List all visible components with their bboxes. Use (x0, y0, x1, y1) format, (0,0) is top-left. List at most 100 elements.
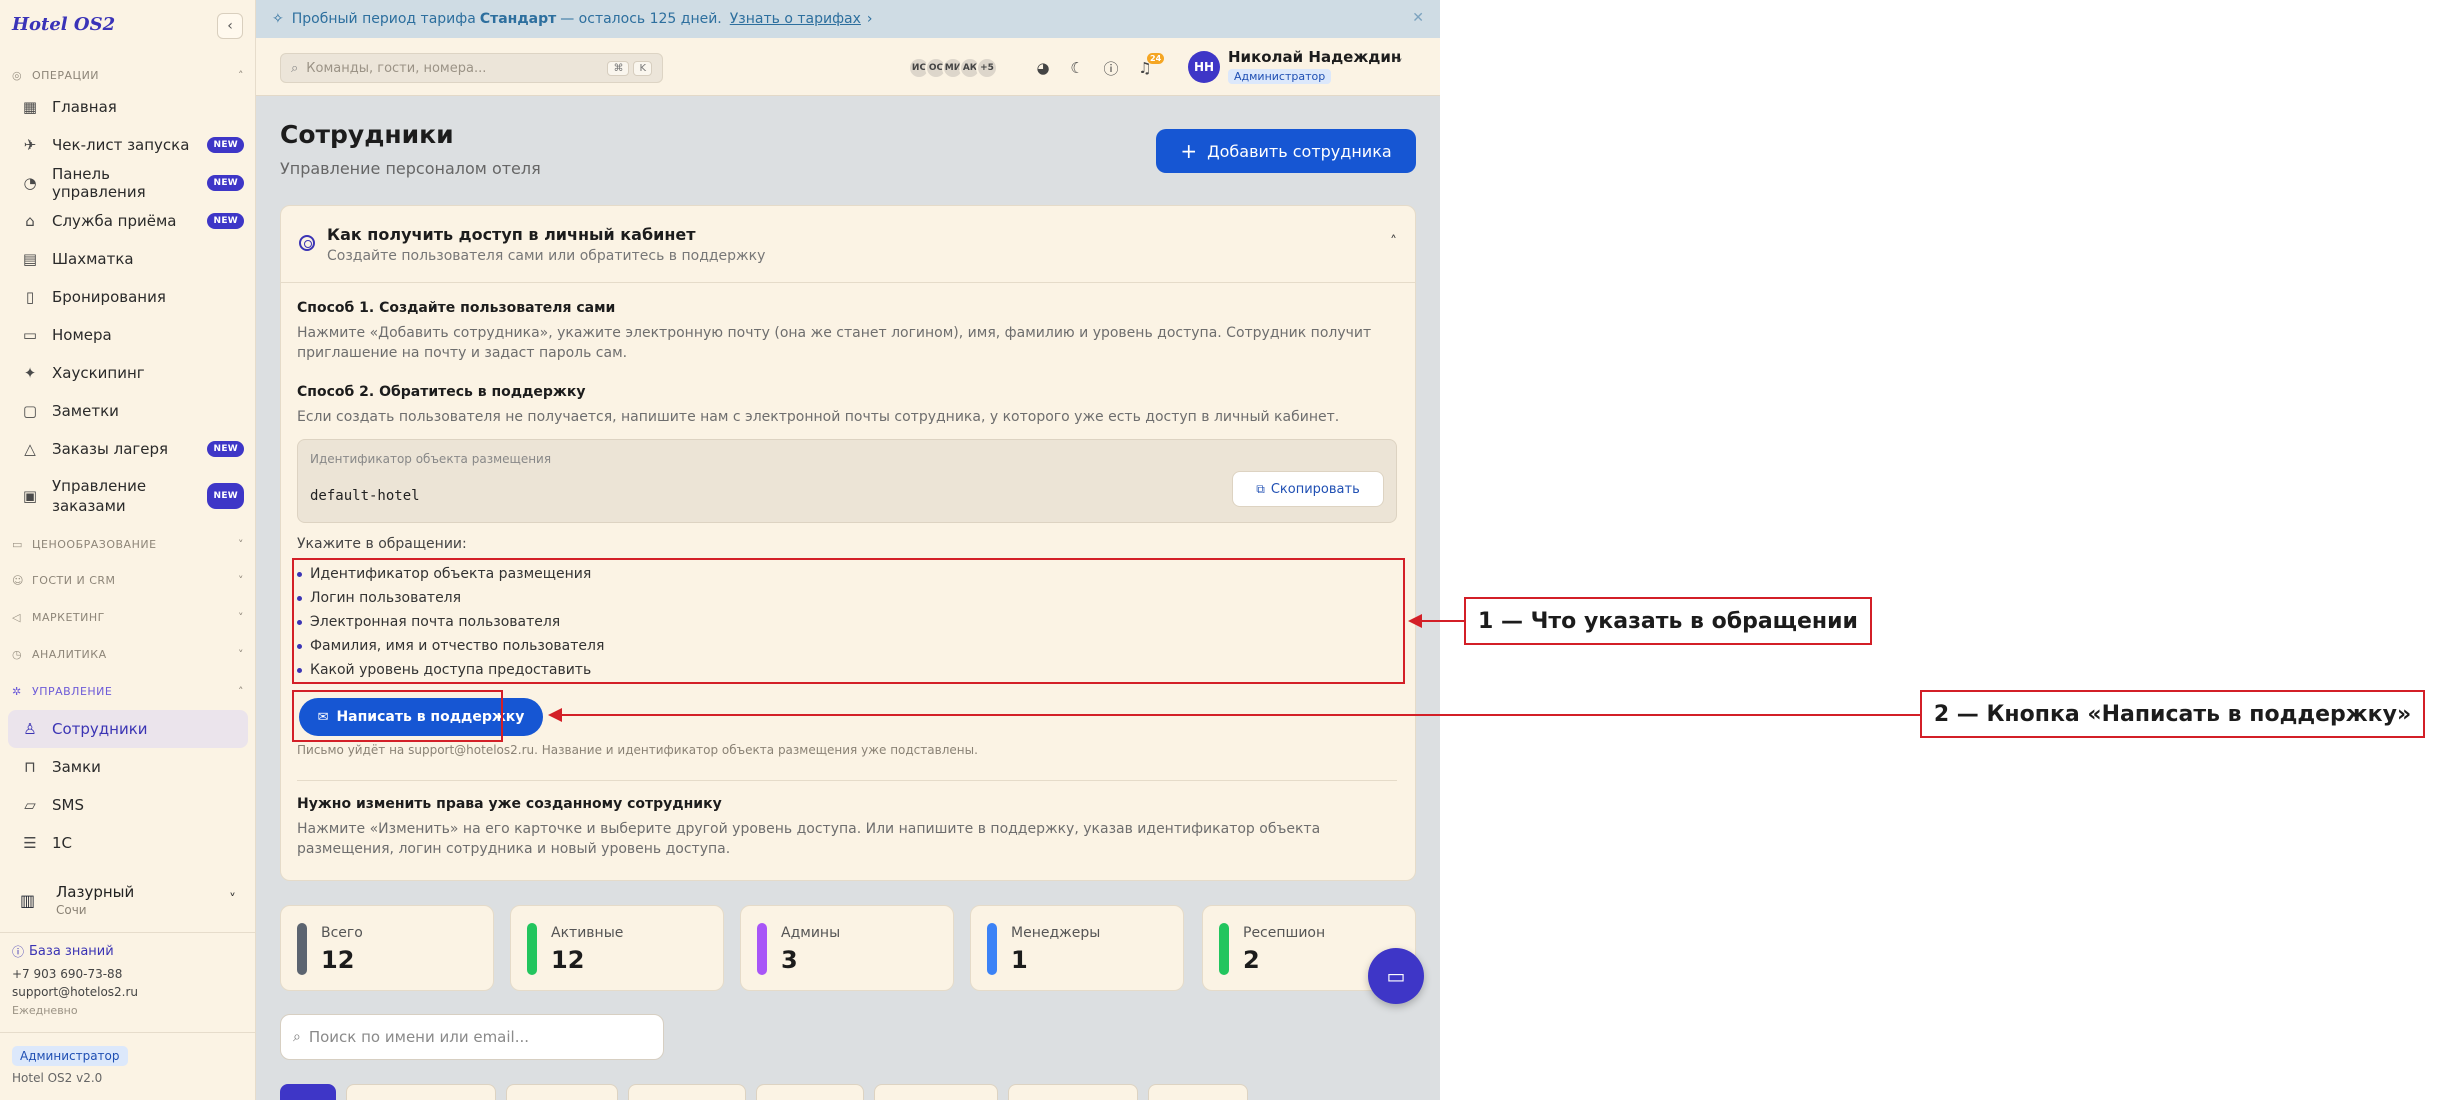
command-search[interactable]: ⌕ ⌘ K (280, 53, 663, 83)
sidebar-item-1c[interactable]: ☰ 1С (0, 824, 256, 862)
chat-button[interactable]: ▭ (1368, 948, 1424, 1004)
layers-icon: ◎ (12, 68, 23, 82)
property-id-box: Идентификатор объекта размещения default… (297, 439, 1397, 523)
sidebar-item-dashboard[interactable]: ◔ Панель управления NEW (0, 164, 256, 202)
pricing-link[interactable]: Узнать о тарифах (730, 11, 861, 27)
filter-tab[interactable] (874, 1084, 998, 1100)
support-phone[interactable]: +7 903 690-73-88 (12, 967, 122, 981)
section-analytics[interactable]: ◷ Аналитика ˅ (0, 636, 256, 672)
hotel-city: Сочи (56, 903, 87, 917)
section-operations[interactable]: ◎ Операции ˄ (0, 62, 256, 88)
role-badge: Администратор (12, 1046, 128, 1066)
sidebar: Hotel OS2 ‹ ◎ Операции ˄ ▦ Главная ✈ Чек-лис… (0, 0, 256, 1100)
chevron-up-icon[interactable]: ˄ (1390, 234, 1397, 250)
copy-button[interactable]: ⧉ Скопировать (1232, 471, 1384, 507)
method1-title: Способ 1. Создайте пользователя сами (297, 300, 616, 316)
trial-banner: ✧ Пробный период тарифа Стандарт — остал… (256, 0, 1440, 38)
change-rights-title: Нужно изменить права уже созданному сотр… (297, 796, 722, 812)
top-header: ⌕ ⌘ K ИС ОС МИ АК +5 ◕ ☾ ⓘ ♫24 НН Никола… (256, 38, 1440, 96)
sidebar-item-notes[interactable]: ▢ Заметки (0, 392, 256, 430)
app-logo[interactable]: Hotel OS2 (12, 14, 115, 35)
new-badge: NEW (207, 137, 244, 153)
sidebar-item-home[interactable]: ▦ Главная (0, 88, 256, 126)
change-rights-text: Нажмите «Изменить» на его карточке и выб… (297, 821, 1321, 857)
filter-tab[interactable] (346, 1084, 496, 1100)
sidebar-item-rooms[interactable]: ▭ Номера (0, 316, 256, 354)
stat-color-bar (527, 923, 537, 975)
highlight-support-button (292, 690, 503, 742)
user-role-badge: Администратор (1228, 69, 1332, 84)
add-employee-button[interactable]: + Добавить сотрудника (1156, 129, 1416, 173)
chevron-down-icon[interactable]: ˅ (1396, 58, 1403, 74)
rocket-icon: ✈ (23, 136, 37, 154)
chevron-down-icon: ˅ (238, 647, 244, 661)
sidebar-item-frontdesk[interactable]: ⌂ Служба приёма NEW (0, 202, 256, 240)
sidebar-item-sms[interactable]: ▱ SMS (0, 786, 256, 824)
close-icon[interactable]: ✕ (1412, 10, 1424, 26)
section-guests[interactable]: ☺ Гости и CRM ˅ (0, 562, 256, 598)
filter-tab[interactable] (1008, 1084, 1138, 1100)
help-card-title[interactable]: Как получить доступ в личный кабинет (327, 225, 696, 244)
sidebar-item-bookings[interactable]: ▯ Бронирования (0, 278, 256, 316)
sidebar-item-checklist[interactable]: ✈ Чек-лист запуска NEW (0, 126, 256, 164)
lifebuoy-icon (299, 235, 315, 251)
door-icon: ▭ (22, 326, 38, 344)
sidebar-item-chessboard[interactable]: ▤ Шахматка (0, 240, 256, 278)
section-management[interactable]: ✲ Управление ˄ (0, 672, 256, 710)
user-cog-icon: ♙ (23, 720, 37, 738)
tent-icon: △ (24, 440, 36, 458)
sidebar-item-camp-orders[interactable]: △ Заказы лагеря NEW (0, 430, 256, 468)
help-icon[interactable]: ⓘ (1100, 57, 1122, 79)
filter-tab[interactable] (756, 1084, 864, 1100)
bell-icon[interactable]: ♫ 24 (1134, 53, 1165, 79)
new-badge: NEW (207, 213, 244, 229)
help-card-subtitle: Создайте пользователя сами или обратитес… (327, 248, 766, 264)
clipboard-icon: ▯ (25, 288, 35, 306)
sparkles-icon: ✦ (23, 364, 37, 382)
annotation-label-2: 2 — Кнопка «Написать в поддержку» (1920, 690, 2425, 738)
hotel-selector[interactable]: ▥ Лазурный Сочи ˅ (8, 874, 248, 926)
knowledge-base-link[interactable]: ⓘ База знаний (12, 943, 114, 960)
shortcut-key: K (633, 60, 652, 76)
online-users[interactable]: ИС ОС МИ АК +5 (908, 57, 998, 79)
support-email[interactable]: support@hotelos2.ru (12, 985, 138, 999)
filter-tab[interactable] (1148, 1084, 1248, 1100)
staff-search-input[interactable] (308, 1028, 651, 1046)
annotation-label-1: 1 — Что указать в обращении (1464, 597, 1872, 645)
sidebar-item-housekeeping[interactable]: ✦ Хаускипинг (0, 354, 256, 392)
command-search-input[interactable] (306, 60, 604, 76)
moon-icon[interactable]: ☾ (1066, 57, 1088, 79)
stat-card-admins[interactable]: Админы 3 (740, 905, 954, 991)
users-icon: ☺ (12, 573, 24, 587)
user-avatar[interactable]: НН (1188, 51, 1220, 83)
stat-card-active[interactable]: Активные 12 (510, 905, 724, 991)
support-note: Письмо уйдёт на support@hotelos2.ru. Наз… (297, 743, 978, 757)
hotel-name: Лазурный (56, 883, 135, 901)
filter-tab[interactable] (280, 1084, 336, 1100)
user-name[interactable]: Николай Надеждин (1228, 48, 1401, 66)
database-icon: ☰ (23, 834, 37, 852)
support-schedule: Ежедневно (12, 1004, 78, 1017)
method2-title: Способ 2. Обратитесь в поддержку (297, 384, 586, 400)
message-icon: ▱ (24, 796, 36, 814)
collapse-sidebar-button[interactable]: ‹ (217, 13, 243, 39)
section-pricing[interactable]: ▭ Ценообразование ˅ (0, 526, 256, 562)
sidebar-item-locks[interactable]: ⊓ Замки (0, 748, 256, 786)
gauge-icon: ◔ (23, 174, 37, 192)
page-subtitle: Управление персоналом отеля (280, 159, 541, 178)
filter-tab[interactable] (506, 1084, 618, 1100)
sidebar-item-order-management[interactable]: ▣ Управление заказами NEW (0, 468, 256, 524)
chat-icon: ▭ (1386, 964, 1406, 988)
stat-color-bar (987, 923, 997, 975)
chevron-down-icon: ˅ (229, 892, 236, 908)
avatar-more: +5 (976, 57, 998, 79)
filter-tab[interactable] (628, 1084, 746, 1100)
search-icon: ⌕ (293, 1029, 301, 1045)
stat-card-managers[interactable]: Менеджеры 1 (970, 905, 1184, 991)
chart-icon: ◷ (12, 647, 23, 661)
sidebar-item-staff[interactable]: ♙ Сотрудники (8, 710, 248, 748)
palette-icon[interactable]: ◕ (1032, 57, 1054, 79)
section-marketing[interactable]: ◁ Маркетинг ˅ (0, 598, 256, 636)
staff-search[interactable]: ⌕ (280, 1014, 664, 1060)
stat-card-total[interactable]: Всего 12 (280, 905, 494, 991)
